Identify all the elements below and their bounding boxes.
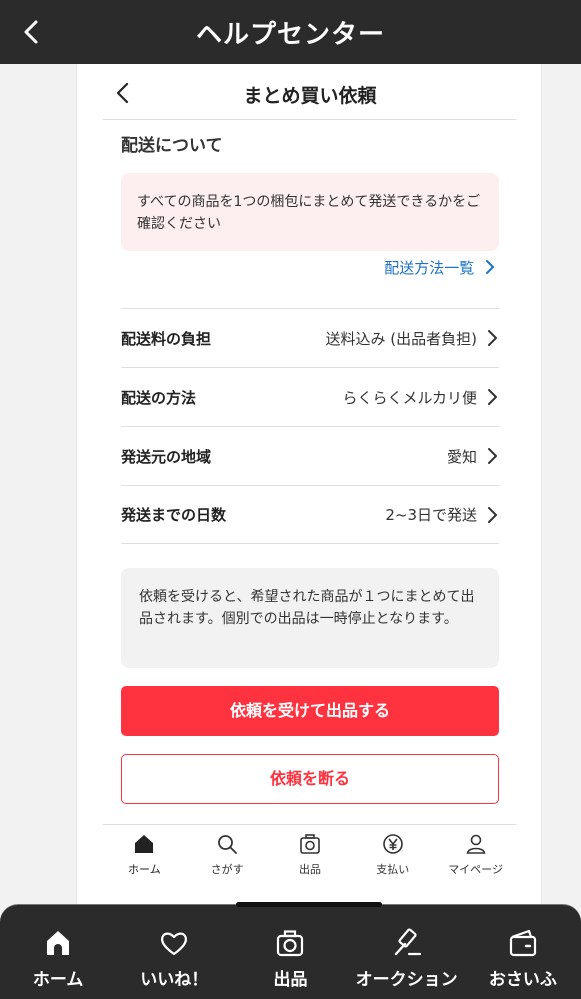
accept-and-list-button[interactable]: 依頼を受けて出品する <box>121 686 499 736</box>
wallet-icon <box>509 929 536 957</box>
row-label: 配送料の負担 <box>121 329 212 348</box>
inner-nav-label: さがす <box>210 863 244 876</box>
row-value: 送料込み (出品者負担) <box>325 329 477 348</box>
inner-nav-sell[interactable]: 出品 <box>275 825 345 885</box>
row-value: 2~3日で発送 <box>385 506 477 524</box>
shipping-method-row[interactable]: 配送の方法 らくらくメルカリ便 <box>121 367 499 426</box>
notice-box: すべての商品を1つの梱包にまとめて発送できるかをご確認ください <box>121 173 499 251</box>
camera-icon <box>277 930 304 957</box>
chevron-right-icon <box>488 448 497 464</box>
inner-nav-label: ホーム <box>128 863 161 876</box>
row-label: 発送元の地域 <box>121 447 212 466</box>
shipping-methods-link-label: 配送方法一覧 <box>384 259 475 277</box>
row-label: 発送までの日数 <box>121 506 227 524</box>
inner-nav-label: 出品 <box>298 863 321 876</box>
gavel-icon <box>394 928 421 956</box>
chevron-right-icon <box>488 330 497 346</box>
request-card: まとめ買い依頼 配送について すべての商品を1つの梱包にまとめて発送できるかをご… <box>76 64 542 906</box>
inner-nav-payment[interactable]: 支払い <box>358 825 428 885</box>
inner-nav-bar: ホーム さがす 出品 支払い マイページ <box>103 824 517 885</box>
chevron-right-icon <box>486 260 494 274</box>
tab-home[interactable]: ホーム <box>0 927 116 990</box>
heart-icon <box>161 932 188 956</box>
inner-nav-label: マイページ <box>448 863 503 876</box>
card-title: まとめ買い依頼 <box>243 85 377 107</box>
tab-auction[interactable]: オークション <box>349 927 465 990</box>
tab-label: 出品 <box>273 970 308 990</box>
days-to-ship-row[interactable]: 発送までの日数 2~3日で発送 <box>121 485 499 544</box>
inner-nav-home[interactable]: ホーム <box>109 825 179 885</box>
person-icon <box>466 834 486 854</box>
chevron-right-icon <box>488 506 497 523</box>
drag-handle <box>236 902 382 907</box>
row-label: 配送の方法 <box>121 388 197 407</box>
section-title: 配送について <box>121 136 223 156</box>
tab-wallet[interactable]: おさいふ <box>465 927 581 990</box>
bottom-tab-bar: ホーム いいね！ 出品 オークション おさいふ <box>0 902 581 999</box>
shipping-methods-link[interactable]: 配送方法一覧 <box>257 257 497 287</box>
tab-label: ホーム <box>32 970 84 990</box>
chevron-right-icon <box>488 389 497 405</box>
home-icon <box>47 931 70 955</box>
tab-sell[interactable]: 出品 <box>232 927 348 990</box>
tab-likes[interactable]: いいね！ <box>116 927 232 990</box>
camera-icon <box>300 834 320 854</box>
ship-from-region-row[interactable]: 発送元の地域 愛知 <box>121 426 499 485</box>
tab-label: オークション <box>355 970 458 990</box>
row-value: らくらくメルカリ便 <box>342 388 477 407</box>
row-value: 愛知 <box>446 447 477 466</box>
search-icon <box>218 835 238 854</box>
shipping-fee-row[interactable]: 配送料の負担 送料込み (出品者負担) <box>121 308 499 367</box>
card-header: まとめ買い依頼 <box>103 64 517 120</box>
inner-nav-label: 支払い <box>376 863 410 876</box>
shipping-settings-list: 配送料の負担 送料込み (出品者負担) 配送の方法 らくらくメルカリ便 発送元の… <box>121 308 499 544</box>
inner-nav-search[interactable]: さがす <box>192 825 262 885</box>
tab-label: いいね！ <box>140 970 209 990</box>
info-box: 依頼を受けると、希望された商品が１つにまとめて出品されます。個別での出品は一時停… <box>121 568 499 668</box>
page-title: ヘルプセンター <box>195 20 385 50</box>
decline-request-button[interactable]: 依頼を断る <box>121 754 499 804</box>
inner-nav-mypage[interactable]: マイページ <box>441 825 511 885</box>
yen-icon <box>382 834 403 854</box>
top-header: ヘルプセンター <box>0 0 581 64</box>
home-icon <box>135 835 154 853</box>
tab-label: おさいふ <box>488 970 557 990</box>
